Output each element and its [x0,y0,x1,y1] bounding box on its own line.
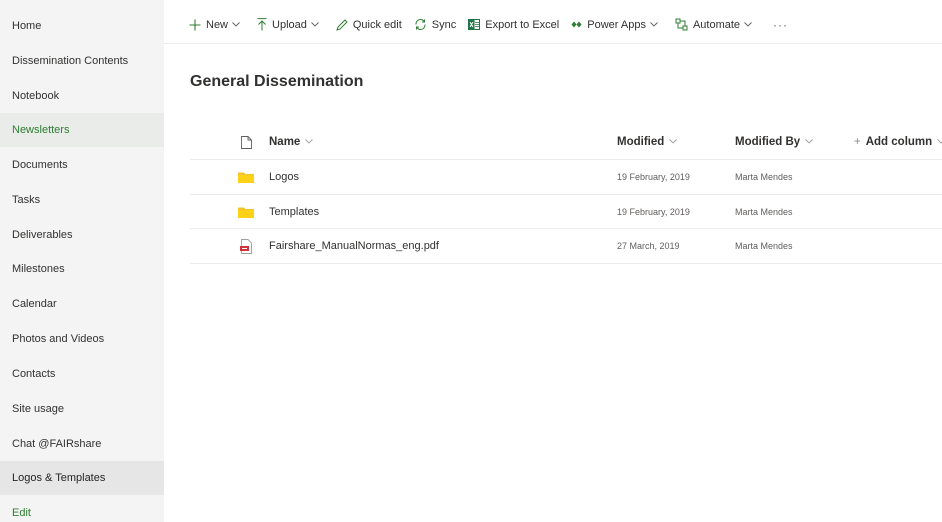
page-title: General Dissemination [190,73,364,90]
chevron-down-icon [744,22,752,27]
nav-item-home[interactable]: Home [0,9,164,43]
modified-column-header[interactable]: Modified [617,125,678,159]
export-to-excel-button[interactable]: Export to Excel [468,19,559,31]
quick-edit-button[interactable]: Quick edit [336,19,402,31]
nav-item-contacts[interactable]: Contacts [0,357,164,391]
automate-button[interactable]: Automate [675,18,757,31]
add-column-button[interactable]: + Add column [854,125,942,159]
automate-label: Automate [692,18,741,31]
file-name-link[interactable]: Templates [269,195,319,229]
nav-item-newsletters[interactable]: Newsletters [0,113,164,147]
power-apps-button[interactable]: Power Apps [571,19,663,31]
modified-by-column-label: Modified By [735,136,801,148]
folder-icon [236,160,256,194]
nav-item-photos-and-videos[interactable]: Photos and Videos [0,322,164,356]
nav-item-logos-templates[interactable]: Logos & Templates [0,461,164,495]
document-library-table: Name Modified Modified By + Add column Lo… [190,125,942,264]
excel-icon [468,19,481,30]
command-bar: New Upload Quick edit Sync Export to Exc… [164,6,942,44]
modified-by-user[interactable]: Marta Mendes [735,229,793,263]
nav-item-notebook[interactable]: Notebook [0,79,164,113]
chevron-down-icon [305,139,314,145]
file-name-link[interactable]: Logos [269,160,299,194]
nav-item-chat-fairshare[interactable]: Chat @FAIRshare [0,427,164,461]
sync-label: Sync [431,18,457,31]
pencil-icon [336,18,348,31]
plus-icon: + [854,136,861,148]
chevron-down-icon [805,139,813,145]
upload-label: Upload [272,18,307,31]
left-navigation: Home Dissemination Contents Notebook New… [0,0,164,522]
nav-item-site-usage[interactable]: Site usage [0,392,164,426]
nav-item-documents[interactable]: Documents [0,148,164,182]
name-column-label: Name [269,136,301,148]
folder-icon [236,195,256,229]
export-to-excel-label: Export to Excel [485,18,560,31]
modified-column-label: Modified [617,136,665,148]
plus-icon [189,19,201,30]
document-icon [240,135,252,149]
sync-icon [415,19,426,30]
upload-button[interactable]: Upload [257,18,324,31]
modified-by-user[interactable]: Marta Mendes [735,195,793,229]
new-label: New [206,18,229,31]
add-column-label: Add column [865,136,933,148]
chevron-down-icon [937,139,942,145]
modified-date: 27 March, 2019 [617,241,680,251]
modified-date: 19 February, 2019 [617,206,690,217]
quick-edit-label: Quick edit [352,18,402,31]
modified-by-column-header[interactable]: Modified By [735,125,813,159]
chevron-down-icon [311,22,319,27]
power-apps-label: Power Apps [587,18,646,31]
new-button[interactable]: New [189,19,245,31]
nav-item-milestones[interactable]: Milestones [0,252,164,286]
edit-nav-link[interactable]: Edit [0,496,164,522]
chevron-down-icon [232,22,240,27]
power-apps-icon [571,21,582,28]
chevron-down-icon [650,22,658,27]
table-row[interactable]: Fairshare_ManualNormas_eng.pdf 27 March,… [190,229,942,264]
nav-item-dissemination-contents[interactable]: Dissemination Contents [0,44,164,78]
nav-item-deliverables[interactable]: Deliverables [0,218,164,252]
table-row[interactable]: Templates 19 February, 2019 Marta Mendes [190,195,942,229]
table-header-row: Name Modified Modified By + Add column [190,125,942,160]
more-options-button[interactable]: ··· [773,18,788,32]
chevron-down-icon [669,139,678,145]
nav-item-tasks[interactable]: Tasks [0,183,164,217]
file-type-column-header[interactable] [236,125,256,159]
table-row[interactable]: Logos 19 February, 2019 Marta Mendes [190,160,942,195]
modified-date: 19 February, 2019 [617,172,690,182]
file-name-link[interactable]: Fairshare_ManualNormas_eng.pdf [269,229,439,263]
name-column-header[interactable]: Name [269,125,314,159]
nav-item-calendar[interactable]: Calendar [0,287,164,321]
modified-by-user[interactable]: Marta Mendes [735,160,793,194]
pdf-file-icon [236,229,256,263]
automate-flow-icon [675,18,688,31]
upload-arrow-icon [257,18,267,31]
sync-button[interactable]: Sync [414,18,456,31]
